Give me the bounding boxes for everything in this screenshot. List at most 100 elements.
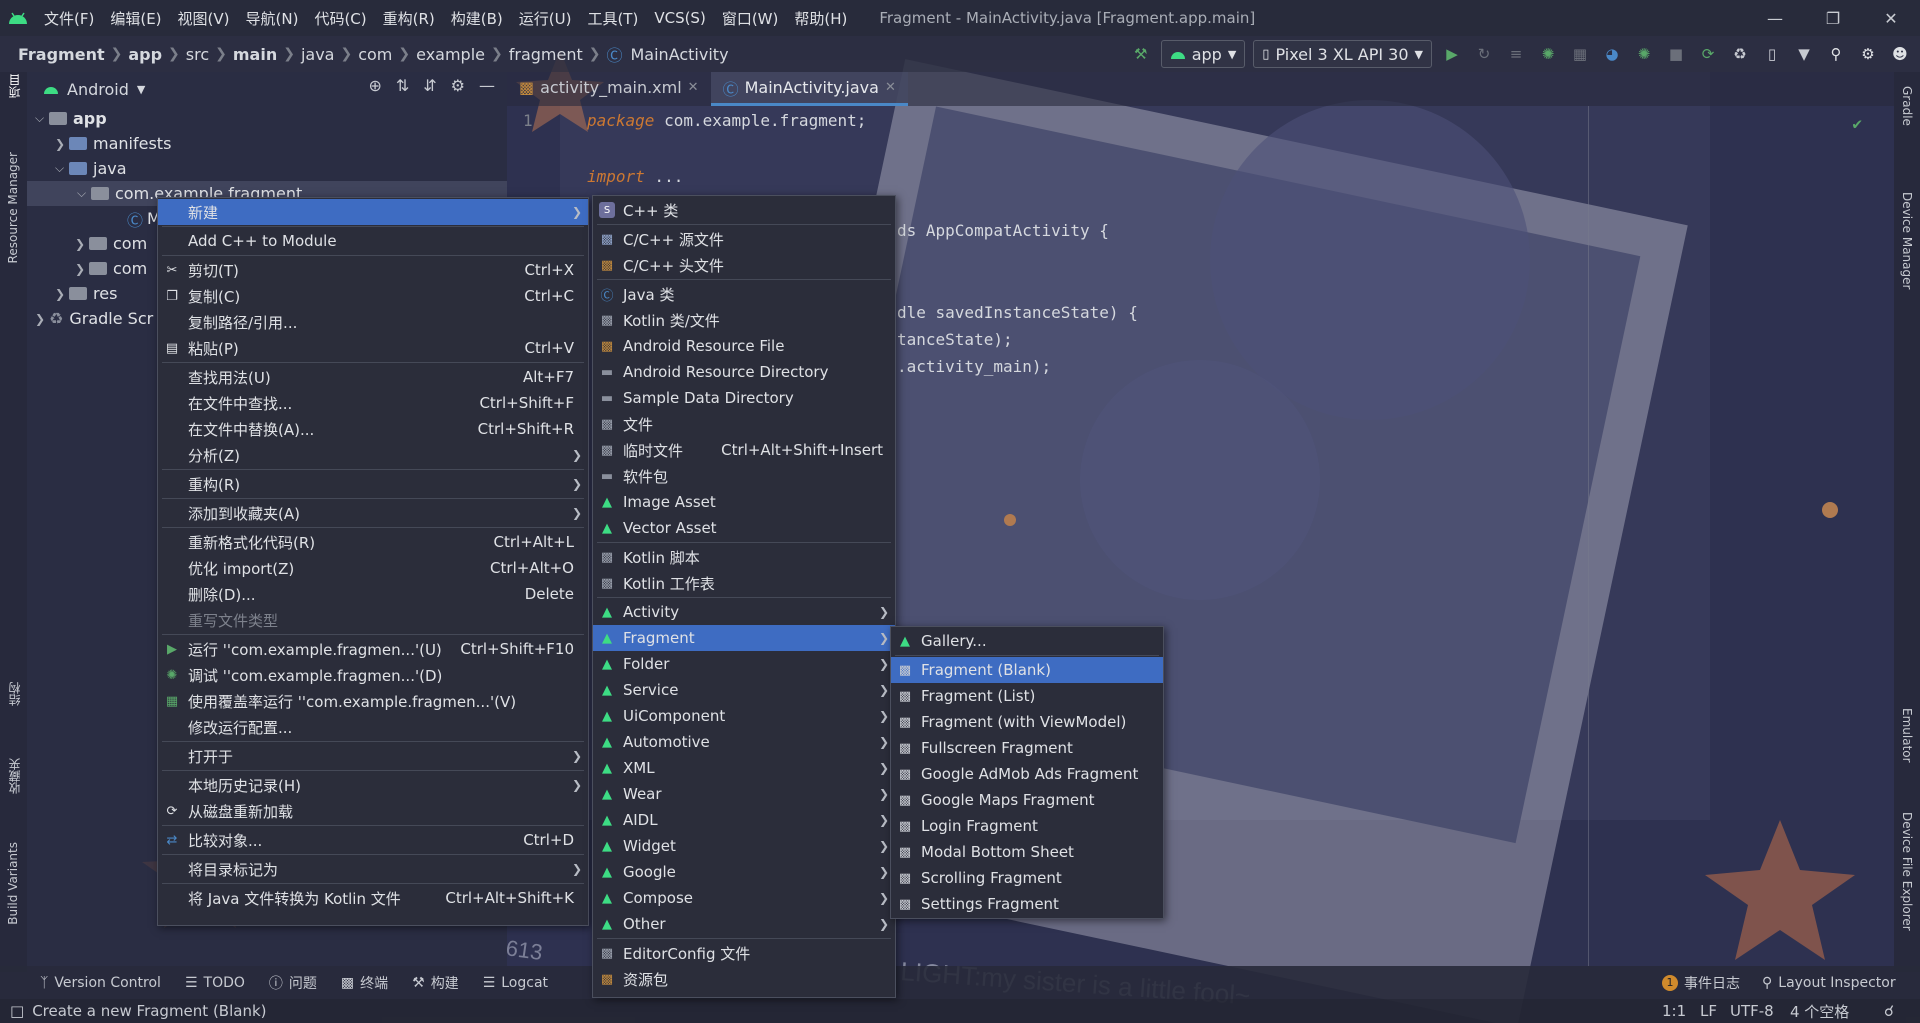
tree-node-app[interactable]: ⌵ app xyxy=(35,106,107,131)
caret-position[interactable]: 1:1 xyxy=(1662,1002,1686,1020)
user-icon[interactable]: ☻ xyxy=(1888,42,1912,66)
fragment-gallery[interactable]: ▲ Gallery... xyxy=(891,628,1163,654)
tool-logcat[interactable]: ☰ Logcat xyxy=(471,975,560,991)
tool-problems[interactable]: ⓘ 问题 xyxy=(257,973,329,993)
new-vector-asset[interactable]: ▲ Vector Asset xyxy=(593,515,895,541)
menu-run[interactable]: 运行(U) xyxy=(511,8,580,29)
attach-debugger-icon[interactable]: ✺ xyxy=(1632,42,1656,66)
menu-item-paste[interactable]: ▤ 粘贴(P) Ctrl+V xyxy=(158,335,588,361)
menu-navigate[interactable]: 导航(N) xyxy=(238,8,307,29)
fragment-maps[interactable]: ▩ Google Maps Fragment xyxy=(891,787,1163,813)
indent-setting[interactable]: 4 个空格 xyxy=(1790,1001,1849,1022)
breadcrumb-module[interactable]: app xyxy=(124,45,166,64)
breadcrumb-class[interactable]: MainActivity xyxy=(627,45,733,64)
new-kotlin-file[interactable]: ▩ Kotlin 类/文件 xyxy=(593,307,895,333)
menu-refactor[interactable]: 重构(R) xyxy=(375,8,443,29)
menu-item-reload-from-disk[interactable]: ⟳ 从磁盘重新加载 xyxy=(158,798,588,824)
fragment-viewmodel[interactable]: ▩ Fragment (with ViewModel) xyxy=(891,709,1163,735)
tool-todo[interactable]: ☰ TODO xyxy=(173,975,257,991)
expand-all-icon[interactable]: ⇅ xyxy=(396,76,409,95)
panel-settings-icon[interactable]: ⚙ xyxy=(451,76,465,95)
breadcrumb-fragment[interactable]: fragment xyxy=(505,45,587,64)
lock-icon[interactable]: ☌ xyxy=(1884,1002,1894,1020)
new-android-resource-directory[interactable]: ▬ Android Resource Directory xyxy=(593,359,895,385)
menu-item-local-history[interactable]: 本地历史记录(H) ❯ xyxy=(158,772,588,798)
close-tab-icon[interactable]: ✕ xyxy=(688,80,699,95)
new-cpp-source[interactable]: ▩ C/C++ 源文件 xyxy=(593,226,895,252)
new-widget[interactable]: ▲ Widget ❯ xyxy=(593,833,895,859)
new-kotlin-worksheet[interactable]: ▩ Kotlin 工作表 xyxy=(593,570,895,596)
tree-node-com-test[interactable]: ❯ com xyxy=(75,256,147,281)
menu-item-reformat[interactable]: 重新格式化代码(R) Ctrl+Alt+L xyxy=(158,529,588,555)
device-select[interactable]: ▯ Pixel 3 XL API 30 ▼ xyxy=(1253,40,1432,68)
fragment-modal-bottom-sheet[interactable]: ▩ Modal Bottom Sheet xyxy=(891,839,1163,865)
tool-window-emulator[interactable]: Emulator xyxy=(1900,708,1914,763)
tree-node-java[interactable]: ⌵ java xyxy=(55,156,127,181)
new-xml[interactable]: ▲ XML ❯ xyxy=(593,755,895,781)
fragment-admob[interactable]: ▩ Google AdMob Ads Fragment xyxy=(891,761,1163,787)
tool-window-resource-manager[interactable]: Resource Manager xyxy=(6,152,20,263)
menu-help[interactable]: 帮助(H) xyxy=(786,8,855,29)
menu-item-compare-with[interactable]: ⇄ 比较对象... Ctrl+D xyxy=(158,827,588,853)
menu-item-new[interactable]: 新建 ❯ xyxy=(158,199,588,225)
device-manager-icon[interactable]: ▯ xyxy=(1760,42,1784,66)
apply-changes-icon[interactable]: ↻ xyxy=(1472,42,1496,66)
profile-icon[interactable]: ◕ xyxy=(1600,42,1624,66)
tool-window-project[interactable]: 项目 xyxy=(6,74,23,98)
new-fragment[interactable]: ▲ Fragment ❯ xyxy=(593,625,895,651)
menu-build[interactable]: 构建(B) xyxy=(443,8,511,29)
fragment-fullscreen[interactable]: ▩ Fullscreen Fragment xyxy=(891,735,1163,761)
new-sample-data-directory[interactable]: ▬ Sample Data Directory xyxy=(593,385,895,411)
sdk-manager-icon[interactable]: ▼ xyxy=(1792,42,1816,66)
search-icon[interactable]: ⚲ xyxy=(1824,42,1848,66)
new-other[interactable]: ▲ Other ❯ xyxy=(593,911,895,937)
new-compose[interactable]: ▲ Compose ❯ xyxy=(593,885,895,911)
menu-item-optimize-imports[interactable]: 优化 import(Z) Ctrl+Alt+O xyxy=(158,555,588,581)
new-uicomponent[interactable]: ▲ UiComponent ❯ xyxy=(593,703,895,729)
fragment-scrolling[interactable]: ▩ Scrolling Fragment xyxy=(891,865,1163,891)
menu-item-run-coverage[interactable]: ▦ 使用覆盖率运行 ''com.example.fragmen...'(V) xyxy=(158,688,588,714)
menu-file[interactable]: 文件(F) xyxy=(36,8,102,29)
menu-item-copy[interactable]: ❐ 复制(C) Ctrl+C xyxy=(158,283,588,309)
new-android-resource-file[interactable]: ▩ Android Resource File xyxy=(593,333,895,359)
new-image-asset[interactable]: ▲ Image Asset xyxy=(593,489,895,515)
tool-window-gradle[interactable]: Gradle xyxy=(1900,86,1914,126)
new-scratch-file[interactable]: ▩ 临时文件 Ctrl+Alt+Shift+Insert xyxy=(593,437,895,463)
new-wear[interactable]: ▲ Wear ❯ xyxy=(593,781,895,807)
tab-activity-main-xml[interactable]: ▩ activity_main.xml ✕ xyxy=(507,72,711,106)
menu-item-find-usages[interactable]: 查找用法(U) Alt+F7 xyxy=(158,364,588,390)
new-editorconfig[interactable]: ▩ EditorConfig 文件 xyxy=(593,940,895,966)
fragment-blank[interactable]: ▩ Fragment (Blank) xyxy=(891,657,1163,683)
new-cpp-class[interactable]: S C++ 类 xyxy=(593,197,895,223)
tab-mainactivity-java[interactable]: Ⓒ MainActivity.java ✕ xyxy=(710,72,908,106)
new-folder[interactable]: ▲ Folder ❯ xyxy=(593,651,895,677)
fragment-settings[interactable]: ▩ Settings Fragment xyxy=(891,891,1163,917)
breadcrumb-java[interactable]: java xyxy=(297,45,339,64)
build-hammer-icon[interactable]: ⚒ xyxy=(1129,42,1153,66)
settings-gear-icon[interactable]: ⚙ xyxy=(1856,42,1880,66)
tool-window-build-variants[interactable]: Build Variants xyxy=(6,842,20,925)
menu-item-modify-run-config[interactable]: 修改运行配置... xyxy=(158,714,588,740)
menu-item-run[interactable]: ▶ 运行 ''com.example.fragmen...'(U) Ctrl+Shi… xyxy=(158,636,588,662)
new-activity[interactable]: ▲ Activity ❯ xyxy=(593,599,895,625)
fragment-list[interactable]: ▩ Fragment (List) xyxy=(891,683,1163,709)
run-icon[interactable]: ▶ xyxy=(1440,42,1464,66)
tool-build[interactable]: ⚒ 构建 xyxy=(400,973,471,993)
collapse-all-icon[interactable]: ⇵ xyxy=(423,76,436,95)
breadcrumb-main[interactable]: main xyxy=(229,45,281,64)
fragment-login[interactable]: ▩ Login Fragment xyxy=(891,813,1163,839)
menu-item-copy-path[interactable]: 复制路径/引用... xyxy=(158,309,588,335)
menu-view[interactable]: 视图(V) xyxy=(170,8,238,29)
new-aidl[interactable]: ▲ AIDL ❯ xyxy=(593,807,895,833)
menu-item-replace-in-files[interactable]: 在文件中替换(A)... Ctrl+Shift+R xyxy=(158,416,588,442)
new-kotlin-script[interactable]: ▩ Kotlin 脚本 xyxy=(593,544,895,570)
new-java-class[interactable]: Ⓒ Java 类 xyxy=(593,281,895,307)
menu-item-open-in[interactable]: 打开于 ❯ xyxy=(158,743,588,769)
apply-code-changes-icon[interactable]: ≡ xyxy=(1504,42,1528,66)
tool-window-favorites[interactable]: 收藏夹 xyxy=(6,758,23,794)
debug-icon[interactable]: ✺ xyxy=(1536,42,1560,66)
breadcrumb-src[interactable]: src xyxy=(182,45,213,64)
tool-layout-inspector[interactable]: ⚲ Layout Inspector xyxy=(1750,975,1908,991)
tree-node-com-androidtest[interactable]: ❯ com xyxy=(75,231,147,256)
menu-code[interactable]: 代码(C) xyxy=(306,8,374,29)
